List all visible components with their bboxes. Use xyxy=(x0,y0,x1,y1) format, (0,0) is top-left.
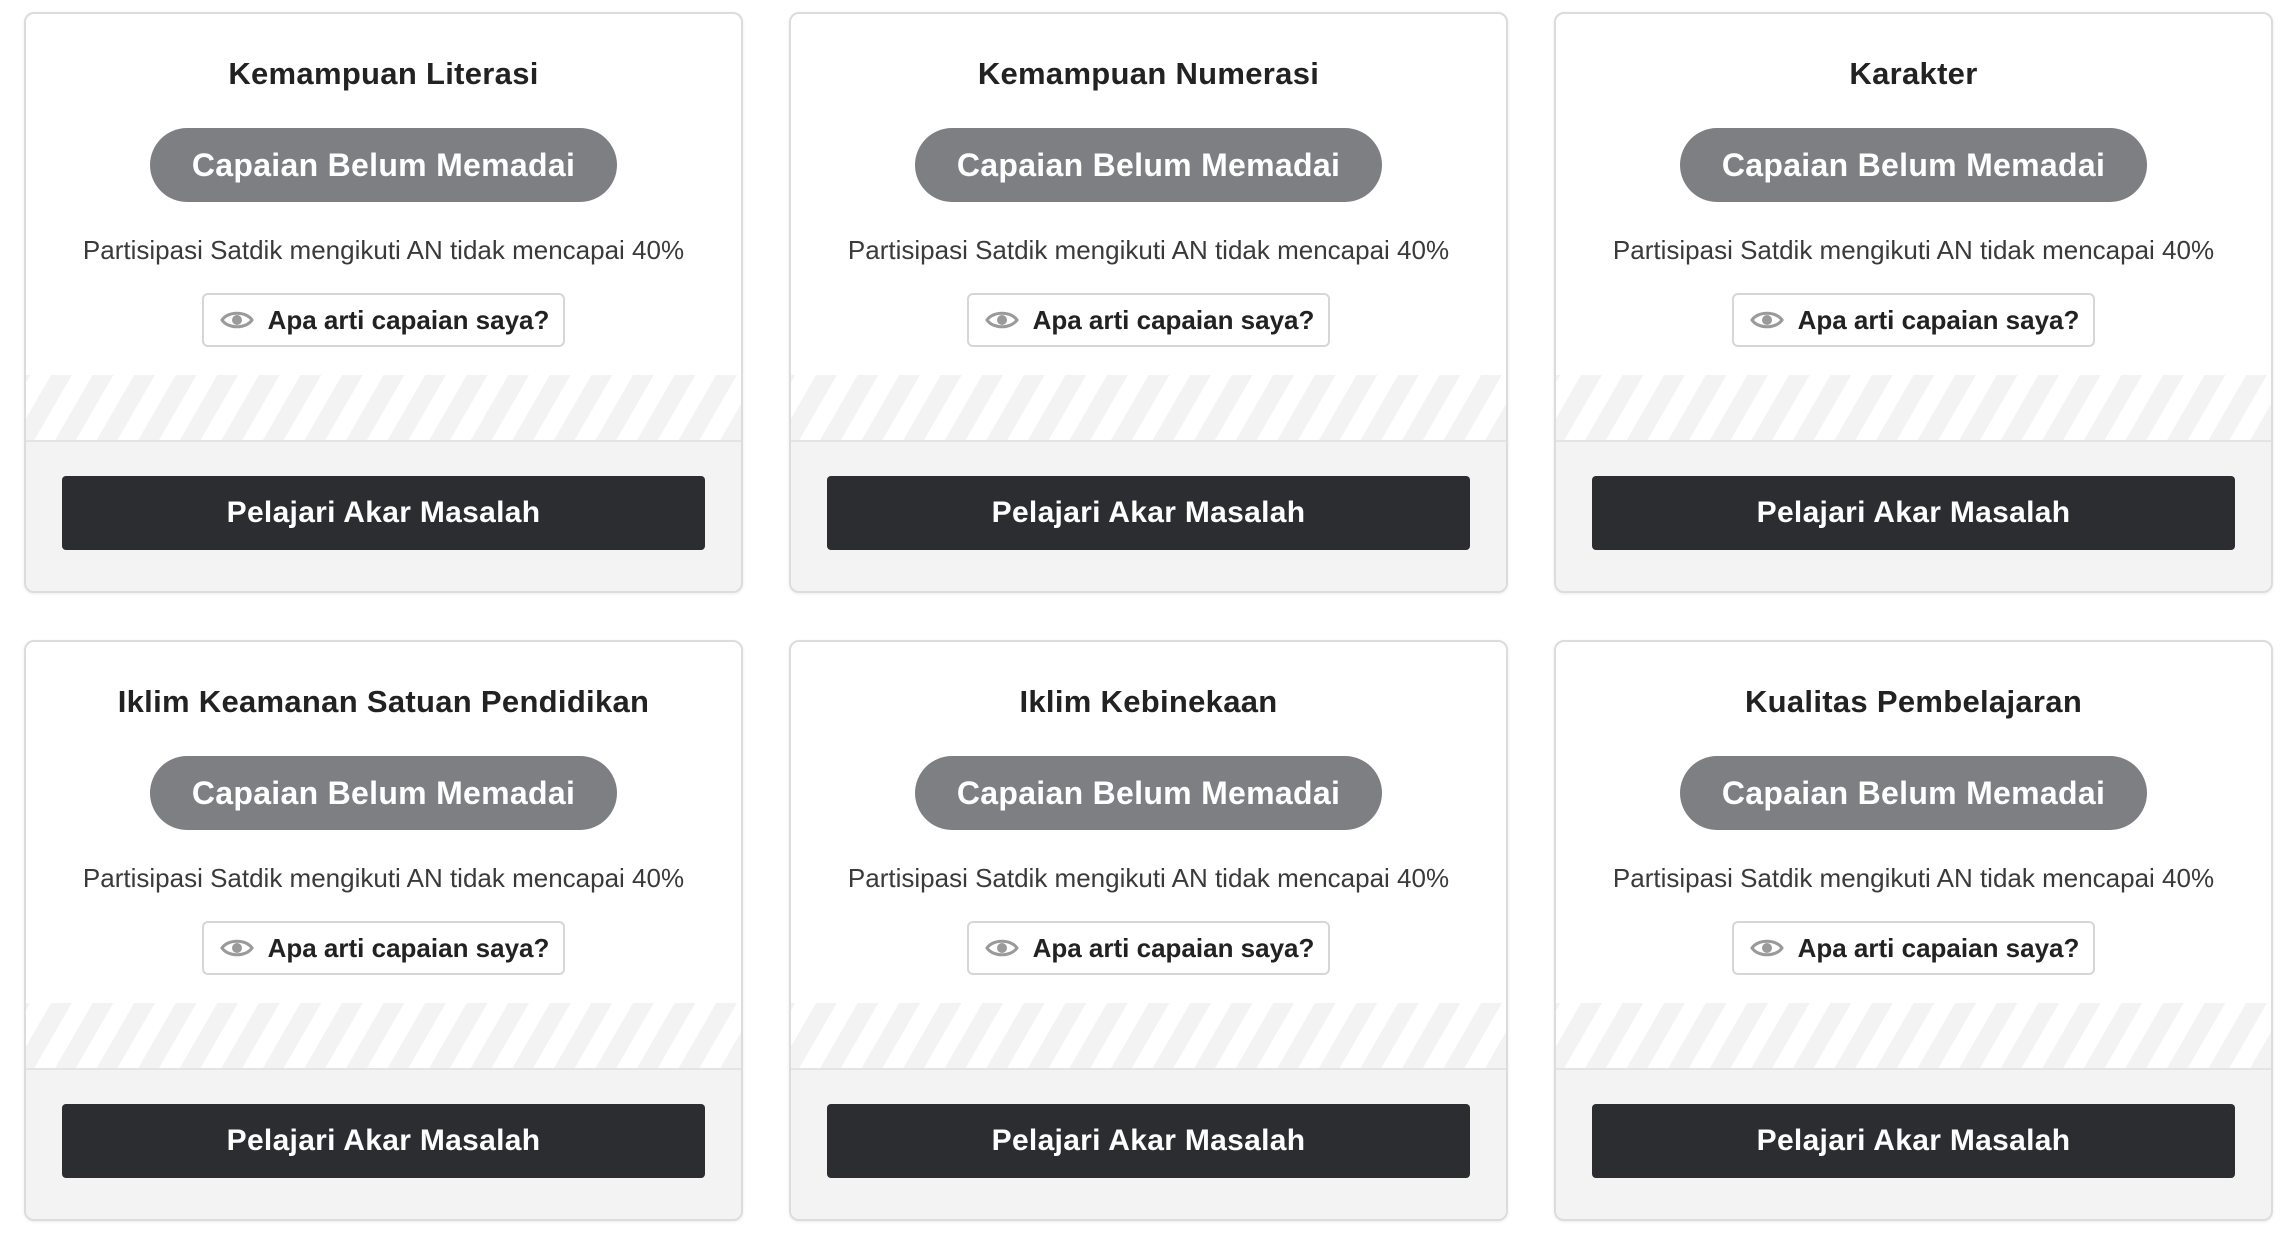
learn-root-cause-button[interactable]: Pelajari Akar Masalah xyxy=(1592,1104,2235,1178)
info-button-label: Apa arti capaian saya? xyxy=(1797,932,2080,963)
learn-root-cause-button[interactable]: Pelajari Akar Masalah xyxy=(62,476,705,550)
card-body: Iklim Kebinekaan Capaian Belum Memadai P… xyxy=(791,642,1506,1003)
card-body: Iklim Keamanan Satuan Pendidikan Capaian… xyxy=(26,642,741,1003)
striped-divider xyxy=(26,375,741,440)
eye-icon xyxy=(1749,311,1784,329)
card-footer: Pelajari Akar Masalah xyxy=(26,1068,741,1219)
card-footer: Pelajari Akar Masalah xyxy=(1556,440,2271,591)
striped-divider xyxy=(791,375,1506,440)
report-card-numerasi: Kemampuan Numerasi Capaian Belum Memadai… xyxy=(789,12,1508,593)
info-button-label: Apa arti capaian saya? xyxy=(1032,304,1315,335)
eye-icon xyxy=(219,311,254,329)
striped-divider xyxy=(791,1003,1506,1068)
report-card-literasi: Kemampuan Literasi Capaian Belum Memadai… xyxy=(24,12,743,593)
card-description: Partisipasi Satdik mengikuti AN tidak me… xyxy=(82,235,685,265)
card-body: Kemampuan Numerasi Capaian Belum Memadai… xyxy=(791,14,1506,375)
eye-icon xyxy=(984,939,1019,957)
info-button-label: Apa arti capaian saya? xyxy=(267,304,550,335)
status-badge: Capaian Belum Memadai xyxy=(150,756,617,830)
card-footer: Pelajari Akar Masalah xyxy=(791,1068,1506,1219)
status-badge: Capaian Belum Memadai xyxy=(1680,756,2147,830)
card-footer: Pelajari Akar Masalah xyxy=(1556,1068,2271,1219)
status-badge: Capaian Belum Memadai xyxy=(915,756,1382,830)
what-does-it-mean-button[interactable]: Apa arti capaian saya? xyxy=(966,921,1331,975)
striped-divider xyxy=(1556,375,2271,440)
card-title: Kualitas Pembelajaran xyxy=(1744,684,2083,719)
what-does-it-mean-button[interactable]: Apa arti capaian saya? xyxy=(201,293,566,347)
report-card-iklim-kebinekaan: Iklim Kebinekaan Capaian Belum Memadai P… xyxy=(789,640,1508,1221)
eye-icon xyxy=(984,311,1019,329)
card-title: Kemampuan Literasi xyxy=(228,56,539,91)
striped-divider xyxy=(26,1003,741,1068)
report-card-karakter: Karakter Capaian Belum Memadai Partisipa… xyxy=(1554,12,2273,593)
card-title: Iklim Keamanan Satuan Pendidikan xyxy=(117,684,650,719)
card-body: Kemampuan Literasi Capaian Belum Memadai… xyxy=(26,14,741,375)
card-title: Kemampuan Numerasi xyxy=(977,56,1320,91)
info-button-label: Apa arti capaian saya? xyxy=(1797,304,2080,335)
report-card-iklim-keamanan: Iklim Keamanan Satuan Pendidikan Capaian… xyxy=(24,640,743,1221)
info-button-label: Apa arti capaian saya? xyxy=(1032,932,1315,963)
what-does-it-mean-button[interactable]: Apa arti capaian saya? xyxy=(201,921,566,975)
report-card-kualitas-pembelajaran: Kualitas Pembelajaran Capaian Belum Mema… xyxy=(1554,640,2273,1221)
eye-icon xyxy=(1749,939,1784,957)
status-badge: Capaian Belum Memadai xyxy=(150,128,617,202)
learn-root-cause-button[interactable]: Pelajari Akar Masalah xyxy=(827,476,1470,550)
card-description: Partisipasi Satdik mengikuti AN tidak me… xyxy=(847,863,1450,893)
learn-root-cause-button[interactable]: Pelajari Akar Masalah xyxy=(1592,476,2235,550)
card-body: Karakter Capaian Belum Memadai Partisipa… xyxy=(1556,14,2271,375)
card-description: Partisipasi Satdik mengikuti AN tidak me… xyxy=(847,235,1450,265)
learn-root-cause-button[interactable]: Pelajari Akar Masalah xyxy=(62,1104,705,1178)
learn-root-cause-button[interactable]: Pelajari Akar Masalah xyxy=(827,1104,1470,1178)
eye-icon xyxy=(219,939,254,957)
card-description: Partisipasi Satdik mengikuti AN tidak me… xyxy=(82,863,685,893)
what-does-it-mean-button[interactable]: Apa arti capaian saya? xyxy=(1731,293,2096,347)
card-body: Kualitas Pembelajaran Capaian Belum Mema… xyxy=(1556,642,2271,1003)
report-card-grid: Kemampuan Literasi Capaian Belum Memadai… xyxy=(0,0,2283,1237)
info-button-label: Apa arti capaian saya? xyxy=(267,932,550,963)
card-description: Partisipasi Satdik mengikuti AN tidak me… xyxy=(1612,235,2215,265)
status-badge: Capaian Belum Memadai xyxy=(1680,128,2147,202)
status-badge: Capaian Belum Memadai xyxy=(915,128,1382,202)
card-description: Partisipasi Satdik mengikuti AN tidak me… xyxy=(1612,863,2215,893)
card-title: Karakter xyxy=(1849,56,1978,91)
striped-divider xyxy=(1556,1003,2271,1068)
what-does-it-mean-button[interactable]: Apa arti capaian saya? xyxy=(966,293,1331,347)
card-footer: Pelajari Akar Masalah xyxy=(26,440,741,591)
card-title: Iklim Kebinekaan xyxy=(1019,684,1278,719)
card-footer: Pelajari Akar Masalah xyxy=(791,440,1506,591)
what-does-it-mean-button[interactable]: Apa arti capaian saya? xyxy=(1731,921,2096,975)
